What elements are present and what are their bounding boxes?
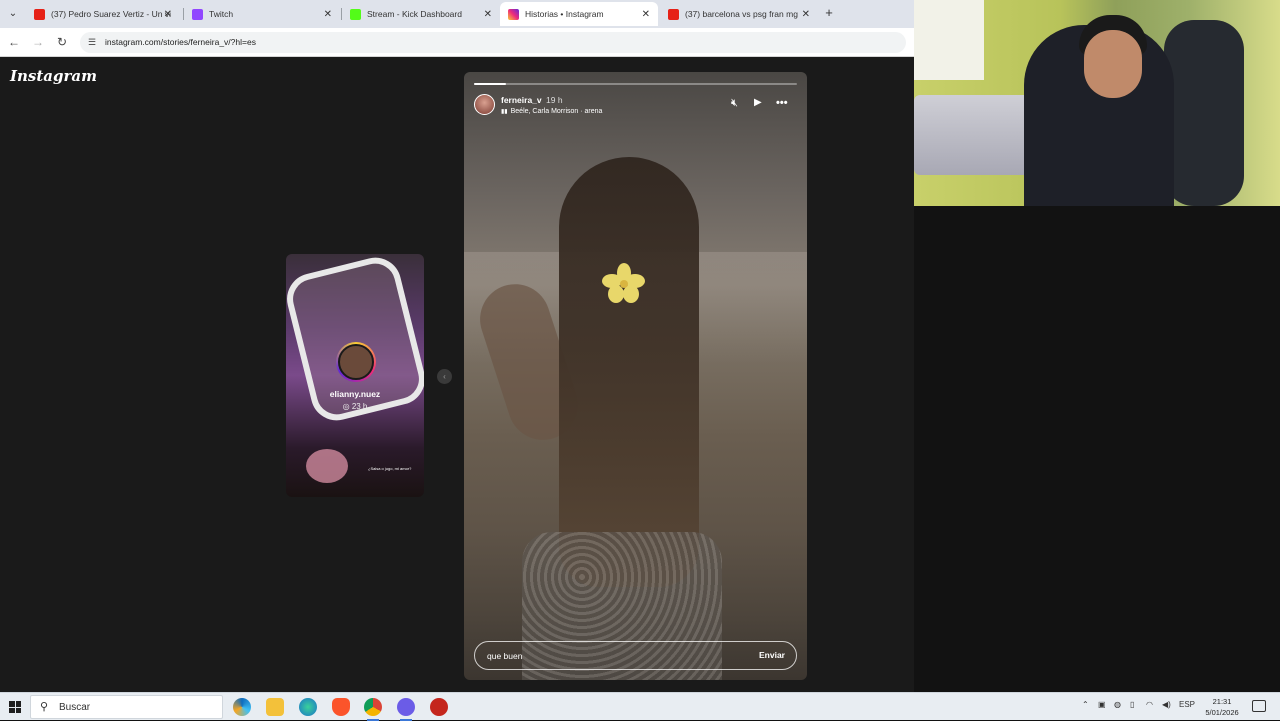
close-friends-icon: ◎ [342, 402, 352, 411]
tab-title: (37) Pedro Suarez Vertiz - Un vi [51, 9, 171, 19]
close-icon[interactable]: ✕ [484, 9, 492, 20]
more-options-icon[interactable]: ••• [776, 97, 788, 109]
tab-youtube-pedro[interactable]: (37) Pedro Suarez Vertiz - Un vi ✕ [26, 2, 180, 26]
tab-youtube-barcelona[interactable]: (37) barcelona vs psg fran mg ✕ [660, 2, 818, 26]
new-tab-button[interactable]: + [822, 5, 836, 21]
story-header: ferneira_v 19 h ▮▮ Beéle, Carla Morrison … [474, 93, 797, 119]
tab-twitch[interactable]: Twitch ✕ [184, 2, 340, 26]
file-explorer-icon[interactable] [266, 698, 284, 716]
story-image-person [559, 157, 699, 587]
side-story-time: ◎ 23 h [342, 402, 368, 411]
close-icon[interactable]: ✕ [642, 9, 650, 20]
tray-app-icon[interactable]: ▣ [1098, 700, 1106, 709]
edge-icon[interactable] [299, 698, 317, 716]
microphone-icon[interactable]: ▯ [1130, 700, 1134, 709]
tab-instagram-stories[interactable]: Historias • Instagram ✕ [500, 2, 658, 26]
instagram-icon [508, 8, 519, 20]
webcam-chair [1164, 20, 1244, 206]
notification-icon[interactable] [1252, 700, 1266, 712]
browser-toolbar: ← → ↻ ☰ instagram.com/stories/ferneira_v… [0, 28, 914, 57]
brave-icon[interactable] [332, 698, 350, 716]
play-icon[interactable]: ▶ [754, 97, 762, 108]
reply-input[interactable] [487, 649, 737, 663]
flower-image [602, 263, 645, 303]
search-icon: ⚲ [40, 701, 49, 713]
windows-start-icon[interactable] [9, 701, 21, 713]
tab-kick-dashboard[interactable]: Stream - Kick Dashboard ✕ [342, 2, 500, 26]
taskbar-search-label: Buscar [59, 702, 91, 713]
clock-date: 5/01/2026 [1205, 708, 1239, 717]
story-time: 19 h [546, 95, 563, 105]
avatar [336, 342, 376, 382]
clock[interactable]: 21:31 5/01/2026 [1196, 696, 1248, 718]
network-icon[interactable]: ◍ [1114, 700, 1121, 709]
music-icon: ▮▮ [501, 109, 508, 115]
forward-arrow-icon[interactable]: → [30, 34, 46, 50]
instagram-logo[interactable]: Instagram [10, 67, 97, 85]
taskbar: ⚲ Buscar ⌃ ▣ ◍ ▯ ◠ ◀) ESP 21:31 5/01/202… [0, 692, 1280, 721]
close-icon[interactable]: ✕ [164, 9, 172, 20]
side-story-username: elianny.nuez [329, 389, 381, 399]
tab-title: Twitch [209, 9, 234, 19]
instagram-stories-page: Instagram elianny.nuez ◎ 23 h ¿Salsa o j… [0, 57, 914, 692]
story-music[interactable]: ▮▮ Beéle, Carla Morrison · arena [501, 108, 602, 115]
story-username[interactable]: ferneira_v [501, 95, 542, 105]
current-story[interactable]: ferneira_v 19 h ▮▮ Beéle, Carla Morrison … [464, 72, 807, 680]
kick-icon [350, 8, 361, 20]
tab-title: Stream - Kick Dashboard [367, 9, 462, 19]
chrome-icon[interactable] [364, 698, 382, 721]
mute-icon[interactable]: 🔇︎ [731, 97, 738, 110]
tab-title: (37) barcelona vs psg fran mg [685, 9, 798, 19]
volume-icon[interactable]: ◀) [1162, 700, 1171, 709]
url-text[interactable]: instagram.com/stories/ferneira_v/?hl=es [105, 37, 256, 47]
site-info-icon[interactable]: ☰ [88, 36, 100, 48]
story-thumbnail-detail [306, 449, 348, 483]
send-button[interactable]: Enviar [759, 650, 785, 660]
language-indicator[interactable]: ESP [1179, 700, 1195, 709]
webcam-overlay [914, 0, 1280, 206]
obs-icon[interactable] [397, 698, 415, 721]
youtube-icon [668, 8, 679, 20]
webcam-window [914, 0, 984, 80]
avatar[interactable] [474, 94, 495, 115]
recording-app-icon[interactable] [430, 698, 448, 716]
tab-search-icon[interactable]: ⌄ [4, 6, 22, 22]
story-progress-bar [474, 83, 797, 85]
tab-title: Historias • Instagram [525, 9, 604, 19]
chevron-left-icon[interactable]: ‹ [437, 369, 452, 384]
clock-time: 21:31 [1212, 697, 1232, 706]
close-icon[interactable]: ✕ [802, 9, 810, 20]
previous-story-card[interactable]: elianny.nuez ◎ 23 h ¿Salsa o jugo, mi am… [286, 254, 424, 497]
chevron-up-icon[interactable]: ⌃ [1082, 700, 1089, 709]
wifi-icon[interactable]: ◠ [1146, 700, 1153, 709]
back-arrow-icon[interactable]: ← [6, 34, 22, 50]
copilot-icon[interactable] [233, 698, 251, 716]
address-bar[interactable]: ☰ instagram.com/stories/ferneira_v/?hl=e… [80, 32, 906, 53]
webcam-face [1084, 30, 1142, 98]
twitch-icon [192, 8, 203, 20]
close-icon[interactable]: ✕ [324, 9, 332, 20]
reload-icon[interactable]: ↻ [54, 34, 70, 50]
youtube-icon [34, 8, 45, 20]
story-progress-fill [474, 83, 507, 85]
side-story-caption: ¿Salsa o jugo, mi amor? [368, 466, 412, 471]
taskbar-search[interactable]: ⚲ Buscar [30, 695, 223, 719]
reply-box: Enviar [474, 641, 797, 670]
story-thumbnail [286, 254, 424, 426]
